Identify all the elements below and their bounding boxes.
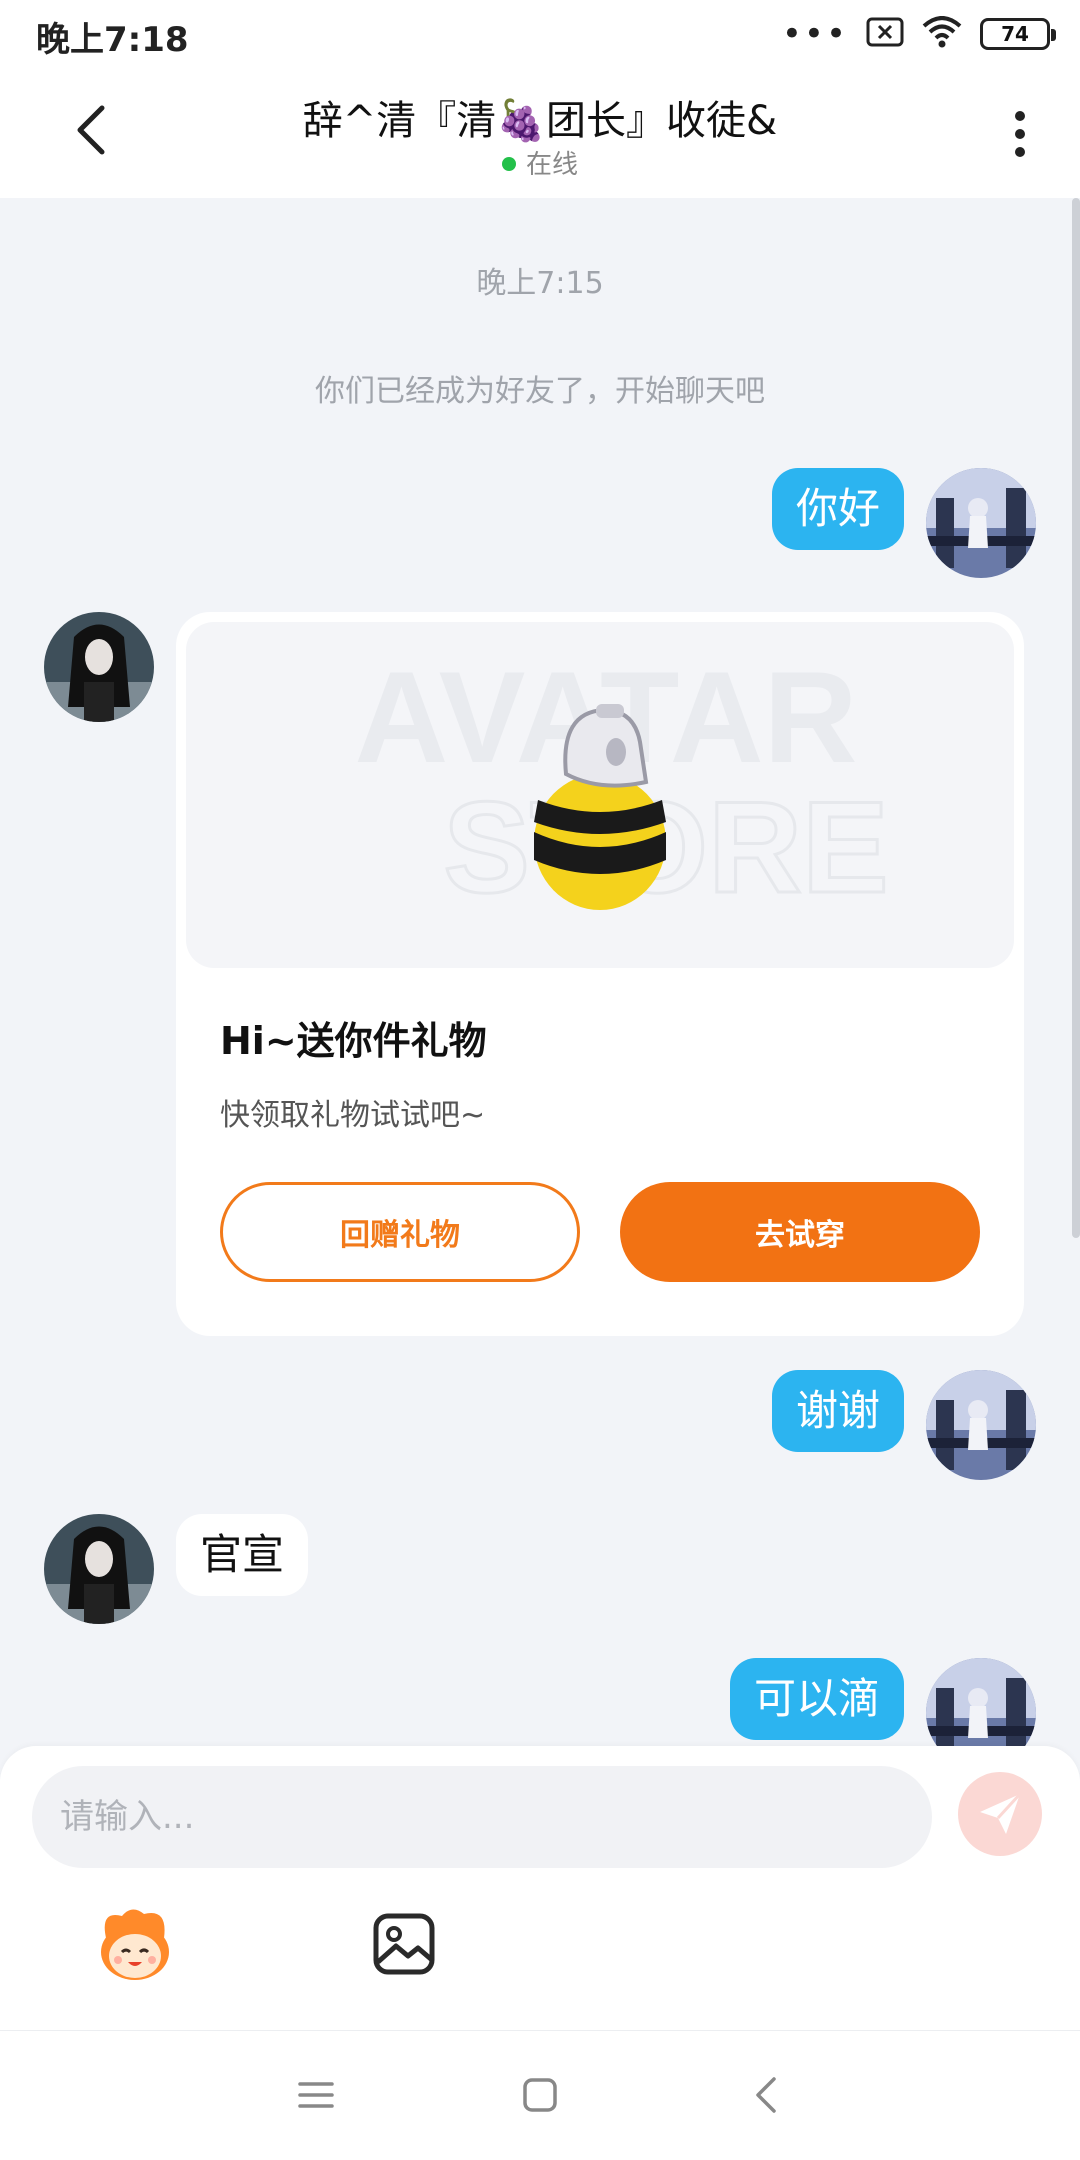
image-picker-button[interactable] xyxy=(372,1912,436,1976)
message-timestamp: 晚上7:15 xyxy=(476,266,604,301)
system-nav-bar xyxy=(0,2030,1080,2160)
my-avatar[interactable] xyxy=(926,1370,1036,1480)
wifi-icon xyxy=(922,16,962,52)
chat-header: 辞^清『清🍇团长』收徒& 在线 xyxy=(0,68,1080,198)
send-button[interactable] xyxy=(958,1772,1042,1856)
emoji-mascot-icon xyxy=(101,1909,169,1980)
battery-indicator: 74 xyxy=(980,18,1056,50)
menu-icon xyxy=(298,2082,334,2108)
chat-area[interactable]: 晚上7:15 你们已经成为好友了，开始聊天吧 你好 AVATAR STORE xyxy=(0,198,1080,1746)
contact-avatar[interactable] xyxy=(44,1514,154,1624)
system-message: 你们已经成为好友了，开始聊天吧 xyxy=(315,374,765,409)
home-button[interactable] xyxy=(510,2065,570,2125)
message-bubble-me[interactable]: 可以滴 xyxy=(729,1658,904,1740)
my-avatar[interactable] xyxy=(926,468,1036,578)
recent-apps-button[interactable] xyxy=(286,2065,346,2125)
online-status-label: 在线 xyxy=(525,150,578,180)
online-status: 在线 xyxy=(0,144,1080,181)
more-dot xyxy=(1015,129,1025,139)
more-dot xyxy=(1015,147,1025,157)
gift-card[interactable]: AVATAR STORE Hi~送你件礼物 快领取礼物试试吧~ 回赠礼物 去试穿 xyxy=(176,612,1024,1336)
gift-title: Hi~送你件礼物 xyxy=(220,1019,487,1063)
more-vertical-icon xyxy=(1015,111,1025,121)
emoji-button[interactable] xyxy=(92,1904,178,1984)
status-time: 晚上7:18 xyxy=(36,20,189,60)
message-input[interactable] xyxy=(32,1766,932,1868)
gift-subtitle: 快领取礼物试试吧~ xyxy=(220,1098,486,1133)
online-dot-icon xyxy=(501,157,516,171)
more-options-button[interactable] xyxy=(1000,104,1040,164)
gift-image[interactable]: AVATAR STORE xyxy=(186,622,1014,968)
send-icon xyxy=(980,1792,1022,1834)
contact-name: 辞^清『清🍇团长』收徒& xyxy=(302,98,778,144)
image-icon xyxy=(373,1913,435,1975)
return-gift-button[interactable]: 回赠礼物 xyxy=(220,1182,580,1282)
signal-dots: ••• xyxy=(781,14,848,54)
my-avatar[interactable] xyxy=(926,1658,1036,1746)
home-square-icon xyxy=(523,2078,557,2112)
status-bar: 晚上7:18 ••• 74 xyxy=(0,0,1080,68)
back-triangle-icon xyxy=(756,2077,776,2113)
system-back-button[interactable] xyxy=(736,2065,796,2125)
try-on-button[interactable]: 去试穿 xyxy=(620,1182,980,1282)
message-composer xyxy=(0,1746,1080,2030)
message-bubble-me[interactable]: 谢谢 xyxy=(771,1370,904,1452)
message-bubble-me[interactable]: 你好 xyxy=(771,468,904,550)
status-icons: ••• 74 xyxy=(781,14,1056,54)
scrollbar[interactable] xyxy=(1072,198,1080,1238)
sim-icon xyxy=(866,17,904,51)
contact-avatar[interactable] xyxy=(44,612,154,722)
message-bubble-them[interactable]: 官宣 xyxy=(176,1514,309,1596)
